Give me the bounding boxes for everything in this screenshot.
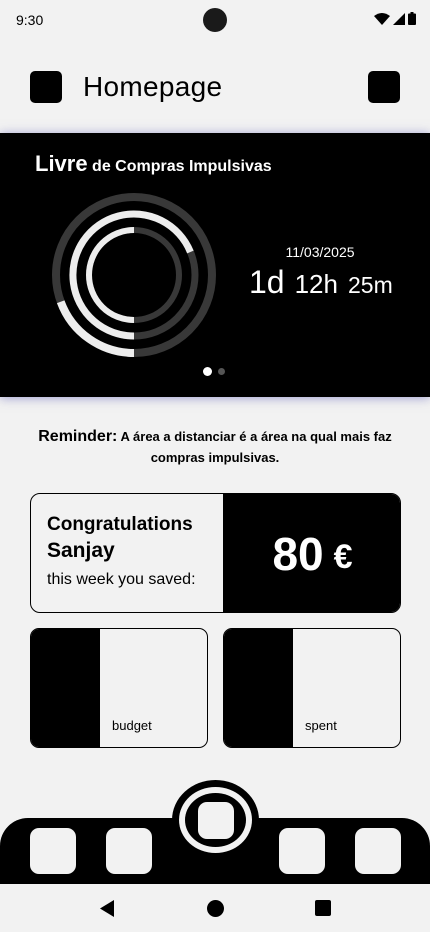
status-bar: 9:30 [0,0,430,40]
spent-fill-bar [224,629,293,747]
carousel-dot[interactable] [218,368,225,375]
center-action-button[interactable] [172,780,259,860]
timer-hours: 12h [294,269,338,299]
budget-fill-bar [31,629,100,747]
nav-item-4[interactable] [355,828,401,874]
ring-inner-progress [86,227,135,323]
reminder-label: Reminder: [38,428,118,445]
timer-minutes: 25m [347,272,393,298]
camera-cutout [203,8,227,32]
streak-title: Livre de Compras Impulsivas [35,151,272,177]
carousel-indicator [203,367,225,376]
weekly-savings-card[interactable]: Congratulations Sanjay this week you sav… [30,493,401,613]
center-action-icon [198,802,234,839]
budget-label: budget [112,718,152,733]
streak-title-strong: Livre [35,151,88,176]
menu-button[interactable] [30,71,62,103]
signal-icon [393,12,405,25]
back-icon[interactable] [99,900,115,917]
streak-start-date: 11/03/2025 [285,244,355,260]
carousel-dot-active[interactable] [203,367,212,376]
savings-currency: € [333,537,353,576]
center-action-core [185,793,246,847]
battery-icon [408,12,416,25]
nav-item-1[interactable] [30,828,76,874]
streak-carousel-card[interactable]: Livre de Compras Impulsivas 11/03/2025 1… [0,133,430,397]
week-saved-label: this week you saved: [47,571,196,588]
user-name: Sanjay [47,539,115,562]
budget-card[interactable]: budget [30,628,208,748]
nav-item-3[interactable] [279,828,325,874]
streak-timer: 1d 12h 25m [249,264,393,301]
progress-rings [52,193,216,357]
profile-button[interactable] [368,71,400,103]
congrats-heading: Congratulations [47,514,193,535]
spent-card[interactable]: spent [223,628,401,748]
top-app-bar: Homepage [0,70,430,104]
wifi-icon [374,12,390,25]
system-navigation-bar [0,884,430,932]
savings-text: Congratulations Sanjay this week you sav… [47,514,196,589]
home-icon[interactable] [207,900,224,917]
center-action-ring [179,787,252,853]
reminder: Reminder: A área a distanciar é a área n… [22,426,408,468]
status-icons [374,12,416,25]
nav-item-2[interactable] [106,828,152,874]
timer-days: 1d [249,264,285,300]
recents-icon[interactable] [315,900,331,916]
savings-amount: 80 [272,528,324,580]
reminder-text: A área a distanciar é a área na qual mai… [120,429,392,465]
spent-label: spent [305,718,337,733]
page-title: Homepage [83,71,223,102]
savings-amount-panel: 80 € [223,494,400,612]
streak-title-rest: de Compras Impulsivas [92,158,272,175]
status-time: 9:30 [16,12,44,28]
